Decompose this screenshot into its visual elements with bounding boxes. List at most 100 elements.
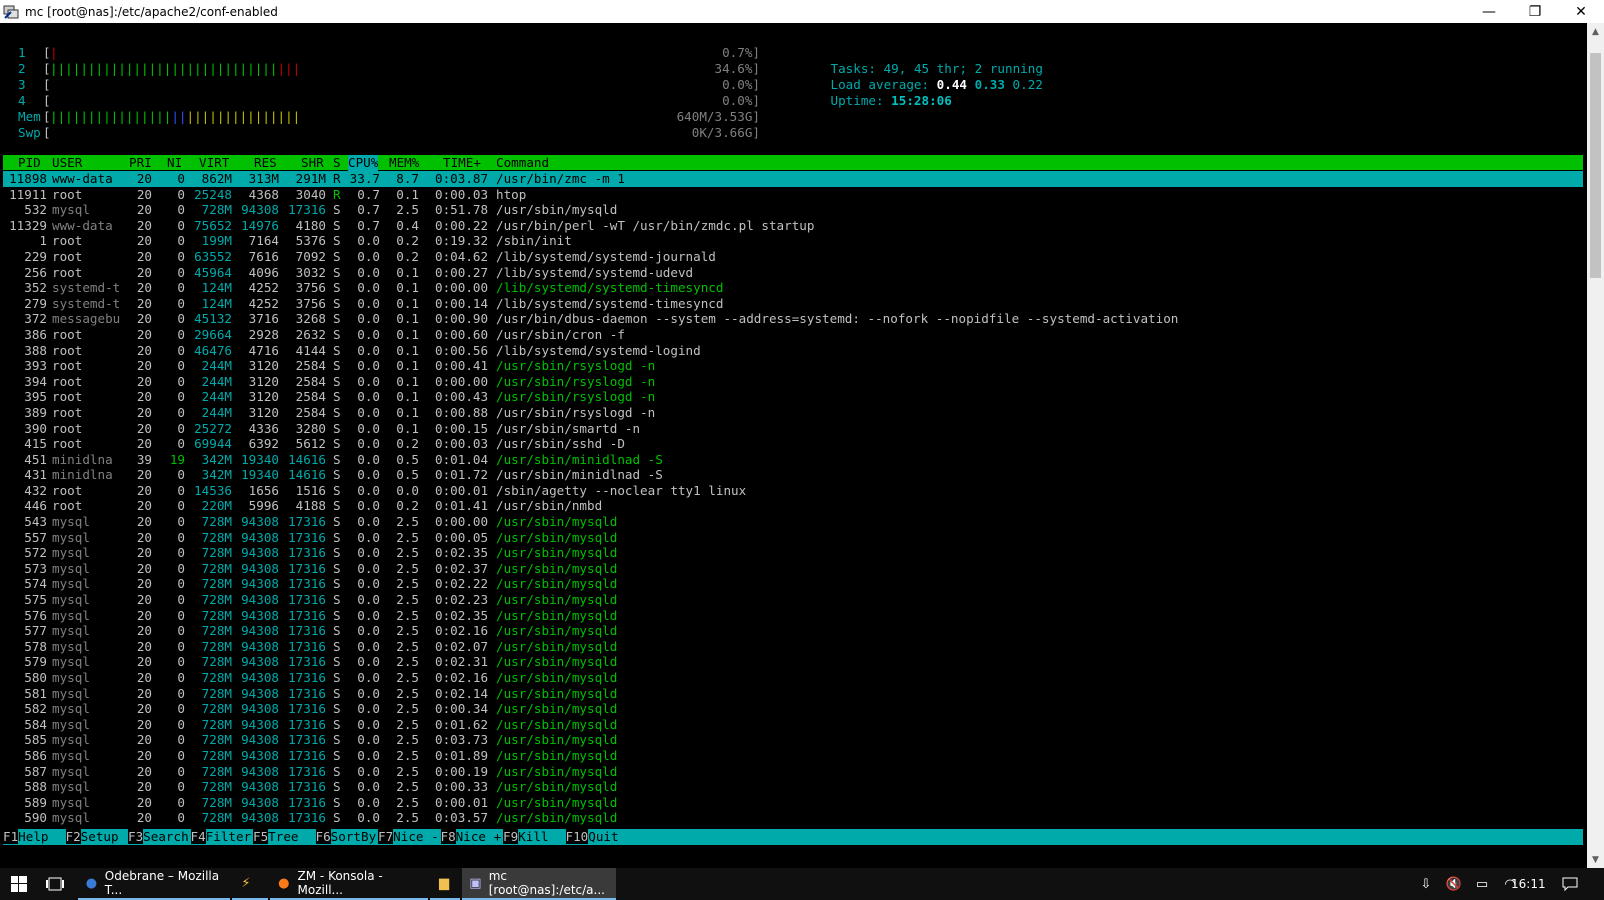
process-row[interactable]: 532 mysql 20 0 728M 94308 17316 S 0.7 2.5 0:51.78 /… bbox=[3, 202, 1583, 218]
process-row[interactable]: 451 minidlna 39 19 342M 19340 14616 S 0.0 0.5 0:01… bbox=[3, 452, 1583, 468]
process-row[interactable]: 582 mysql 20 0 728M 94308 17316 S 0.0 2.5 0:00.34 /… bbox=[3, 701, 1583, 717]
process-row[interactable]: 415 root 20 0 69944 6392 5612 S 0.0 0.2 0:00.03/us… bbox=[3, 436, 1583, 452]
process-row[interactable]: 557 mysql 20 0 728M 94308 17316 S 0.0 2.5 0:00.05 /… bbox=[3, 530, 1583, 546]
proc-cpu: 0.0 bbox=[357, 498, 380, 514]
process-row[interactable]: 11911 root 20 0 25248 4368 3040 R 0.7 0.1 0:00.03 h… bbox=[3, 187, 1583, 203]
process-row[interactable]: 394 root 20 0 244M 3120 2584 S 0.0 0.1 0:00.00/usr… bbox=[3, 374, 1583, 390]
terminal-scrollbar[interactable]: ▲ ▼ bbox=[1587, 23, 1604, 868]
fkey-f10[interactable]: F10Quit bbox=[565, 829, 619, 845]
proc-time: 0:00.01 bbox=[435, 794, 489, 810]
process-row[interactable]: 578 mysql 20 0 728M 94308 17316 S 0.0 2.5 0:02.07 /… bbox=[3, 639, 1583, 655]
scroll-up-icon[interactable]: ▲ bbox=[1587, 23, 1604, 40]
process-row[interactable]: 431 minidlna 20 0 342M 19340 14616 S 0.0 0.5 0:01.… bbox=[3, 467, 1583, 483]
fkey-label: Setup bbox=[80, 829, 127, 844]
proc-s: S bbox=[333, 202, 341, 218]
process-row[interactable]: 372 messagebu 20 0 45132 3716 3268 S 0.0 0.1 0:00.… bbox=[3, 311, 1583, 327]
fkey-f9[interactable]: F9Kill bbox=[503, 829, 564, 845]
notifications-button[interactable] bbox=[1555, 868, 1585, 900]
col-pid[interactable]: PID bbox=[18, 155, 41, 171]
taskbar-app-winscp[interactable]: ⚡ bbox=[232, 868, 268, 900]
fkey-label: Kill bbox=[518, 829, 564, 844]
process-row[interactable]: 395 root 20 0 244M 3120 2584 S 0.0 0.1 0:00.43/usr… bbox=[3, 389, 1583, 405]
taskbar-app-firefox-mail[interactable]: ● Odebrane – Mozilla T... bbox=[78, 868, 230, 900]
col-shr[interactable]: SHR bbox=[301, 155, 324, 171]
scroll-thumb[interactable] bbox=[1590, 53, 1601, 278]
fkey-f1[interactable]: F1Help bbox=[3, 829, 64, 845]
process-row[interactable]: 432 root 20 0 14536 1656 1516 S 0.0 0.0 0:00.01/sb… bbox=[3, 483, 1583, 499]
col-res[interactable]: RES bbox=[254, 155, 277, 171]
proc-res: 7616 bbox=[248, 248, 279, 264]
process-row[interactable]: 389 root 20 0 244M 3120 2584 S 0.0 0.1 0:00.88/usr… bbox=[3, 405, 1583, 421]
fkey-f6[interactable]: F6SortBy bbox=[315, 829, 377, 845]
start-button[interactable] bbox=[6, 868, 32, 900]
process-row[interactable]: 586 mysql 20 0 728M 94308 17316 S 0.0 2.5 0:01.89 /… bbox=[3, 748, 1583, 764]
process-row[interactable]: 1 root 20 0 199M 7164 5376 S 0.0 0.2 0:19.32/sbin/… bbox=[3, 233, 1583, 249]
process-row[interactable]: 579 mysql 20 0 728M 94308 17316 S 0.0 2.5 0:02.31 /… bbox=[3, 654, 1583, 670]
process-row[interactable]: 352 systemd-t 20 0 124M 4252 3756 S 0.0 0.1 0:00.0… bbox=[3, 280, 1583, 296]
process-row[interactable]: 580 mysql 20 0 728M 94308 17316 S 0.0 2.5 0:02.16 /… bbox=[3, 670, 1583, 686]
proc-res: 4252 bbox=[248, 280, 279, 296]
process-row[interactable]: 577 mysql 20 0 728M 94308 17316 S 0.0 2.5 0:02.16 /… bbox=[3, 623, 1583, 639]
process-row[interactable]: 386 root 20 0 29664 2928 2632 S 0.0 0.1 0:00.60/us… bbox=[3, 327, 1583, 343]
fkey-f7[interactable]: F7Nice - bbox=[378, 829, 439, 845]
fkey-f3[interactable]: F3Search bbox=[128, 829, 189, 845]
col-state[interactable]: S bbox=[333, 155, 341, 171]
minimize-button[interactable]: — bbox=[1466, 0, 1512, 23]
process-row[interactable]: 388 root 20 0 46476 4716 4144 S 0.0 0.1 0:00.56/li… bbox=[3, 343, 1583, 359]
proc-cpu: 0.0 bbox=[357, 716, 380, 732]
fkey-f2[interactable]: F2Setup bbox=[65, 829, 127, 845]
process-row[interactable]: 589 mysql 20 0 728M 94308 17316 S 0.0 2.5 0:00.01 /… bbox=[3, 795, 1583, 811]
close-button[interactable]: ✕ bbox=[1558, 0, 1604, 23]
process-row[interactable]: 390 root 20 0 25272 4336 3280 S 0.0 0.1 0:00.15/us… bbox=[3, 421, 1583, 437]
col-ni[interactable]: NI bbox=[167, 155, 182, 171]
maximize-button[interactable]: ❐ bbox=[1512, 0, 1558, 23]
proc-command: /usr/sbin/mysqld bbox=[496, 654, 618, 670]
col-cpu[interactable]: CPU% bbox=[348, 155, 379, 171]
task-view-button[interactable] bbox=[42, 868, 68, 900]
volume-muted-icon[interactable]: 🔇 bbox=[1446, 876, 1462, 892]
fkey-f5[interactable]: F5Tree bbox=[253, 829, 314, 845]
process-row[interactable]: 574 mysql 20 0 728M 94308 17316 S 0.0 2.5 0:02.22 /… bbox=[3, 576, 1583, 592]
process-row[interactable]: 572 mysql 20 0 728M 94308 17316 S 0.0 2.5 0:02.35 /… bbox=[3, 545, 1583, 561]
proc-shr: 2584 bbox=[295, 373, 326, 389]
network-tray-icon[interactable]: ⇩ bbox=[1418, 876, 1434, 892]
process-row[interactable]: 256 root 20 0 45964 4096 3032 S 0.0 0.1 0:00.27/li… bbox=[3, 265, 1583, 281]
proc-mem: 2.5 bbox=[396, 763, 419, 779]
process-row[interactable]: 573 mysql 20 0 728M 94308 17316 S 0.0 2.5 0:02.37 /… bbox=[3, 561, 1583, 577]
process-row[interactable]: 587 mysql 20 0 728M 94308 17316 S 0.0 2.5 0:00.19 /… bbox=[3, 764, 1583, 780]
process-row[interactable]: 279 systemd-t 20 0 124M 4252 3756 S 0.0 0.1 0:00.1… bbox=[3, 296, 1583, 312]
process-row[interactable]: 590 mysql 20 0 728M 94308 17316 S 0.0 2.5 0:03.57 /… bbox=[3, 810, 1583, 826]
col-pri[interactable]: PRI bbox=[129, 155, 152, 171]
process-row[interactable]: 11898 www-data 20 0 862M 313M 291M R 33.7 8.7 0:03… bbox=[3, 171, 1583, 187]
process-row[interactable]: 584 mysql 20 0 728M 94308 17316 S 0.0 2.5 0:01.62 /… bbox=[3, 717, 1583, 733]
col-time[interactable]: TIME+ bbox=[443, 155, 481, 171]
proc-pid: 589 bbox=[24, 794, 47, 810]
process-row[interactable]: 11329 www-data 20 0 75652 14976 4180 S 0.7 0.4 0:0… bbox=[3, 218, 1583, 234]
process-row[interactable]: 229 root 20 0 63552 7616 7092 S 0.0 0.2 0:04.62/li… bbox=[3, 249, 1583, 265]
col-virt[interactable]: VIRT bbox=[199, 155, 229, 171]
scroll-down-icon[interactable]: ▼ bbox=[1587, 851, 1604, 868]
col-command[interactable]: Command bbox=[496, 155, 549, 171]
process-row[interactable]: 575 mysql 20 0 728M 94308 17316 S 0.0 2.5 0:02.23 /… bbox=[3, 592, 1583, 608]
fkey-f8[interactable]: F8Nice + bbox=[440, 829, 502, 845]
process-row[interactable]: 576 mysql 20 0 728M 94308 17316 S 0.0 2.5 0:02.35 /… bbox=[3, 608, 1583, 624]
proc-shr: 4180 bbox=[295, 217, 326, 233]
taskbar-app-putty[interactable]: ▣ mc [root@nas]:/etc/a... bbox=[462, 868, 616, 900]
process-row[interactable]: 543 mysql 20 0 728M 94308 17316 S 0.0 2.5 0:00.00 /… bbox=[3, 514, 1583, 530]
fkey-label: Search bbox=[143, 829, 189, 844]
taskbar-app-firefox-zm[interactable]: ● ZM - Konsola - Mozill... bbox=[270, 868, 428, 900]
process-row[interactable]: 446 root 20 0 220M 5996 4188 S 0.0 0.2 0:01.41/usr… bbox=[3, 498, 1583, 514]
process-row[interactable]: 393 root 20 0 244M 3120 2584 S 0.0 0.1 0:00.41/usr… bbox=[3, 358, 1583, 374]
terminal[interactable]: 1[| 0.7%] 2[||||||||||||||||||||||||||||||… bbox=[0, 23, 1587, 868]
process-row[interactable]: 581 mysql 20 0 728M 94308 17316 S 0.0 2.5 0:02.14 /… bbox=[3, 686, 1583, 702]
proc-s: S bbox=[333, 482, 341, 498]
process-row[interactable]: 588 mysql 20 0 728M 94308 17316 S 0.0 2.5 0:00.33 /… bbox=[3, 779, 1583, 795]
clock[interactable]: 16:11 bbox=[1511, 868, 1546, 900]
col-user[interactable]: USER bbox=[52, 155, 82, 171]
battery-icon[interactable]: ▭ bbox=[1474, 876, 1490, 892]
process-row[interactable]: 585 mysql 20 0 728M 94308 17316 S 0.0 2.5 0:03.73 /… bbox=[3, 732, 1583, 748]
col-mem[interactable]: MEM% bbox=[389, 155, 419, 171]
fkey-f4[interactable]: F4Filter bbox=[190, 829, 252, 845]
proc-virt: 728M bbox=[201, 592, 232, 608]
taskbar-app-explorer[interactable]: ▆ bbox=[430, 868, 460, 900]
